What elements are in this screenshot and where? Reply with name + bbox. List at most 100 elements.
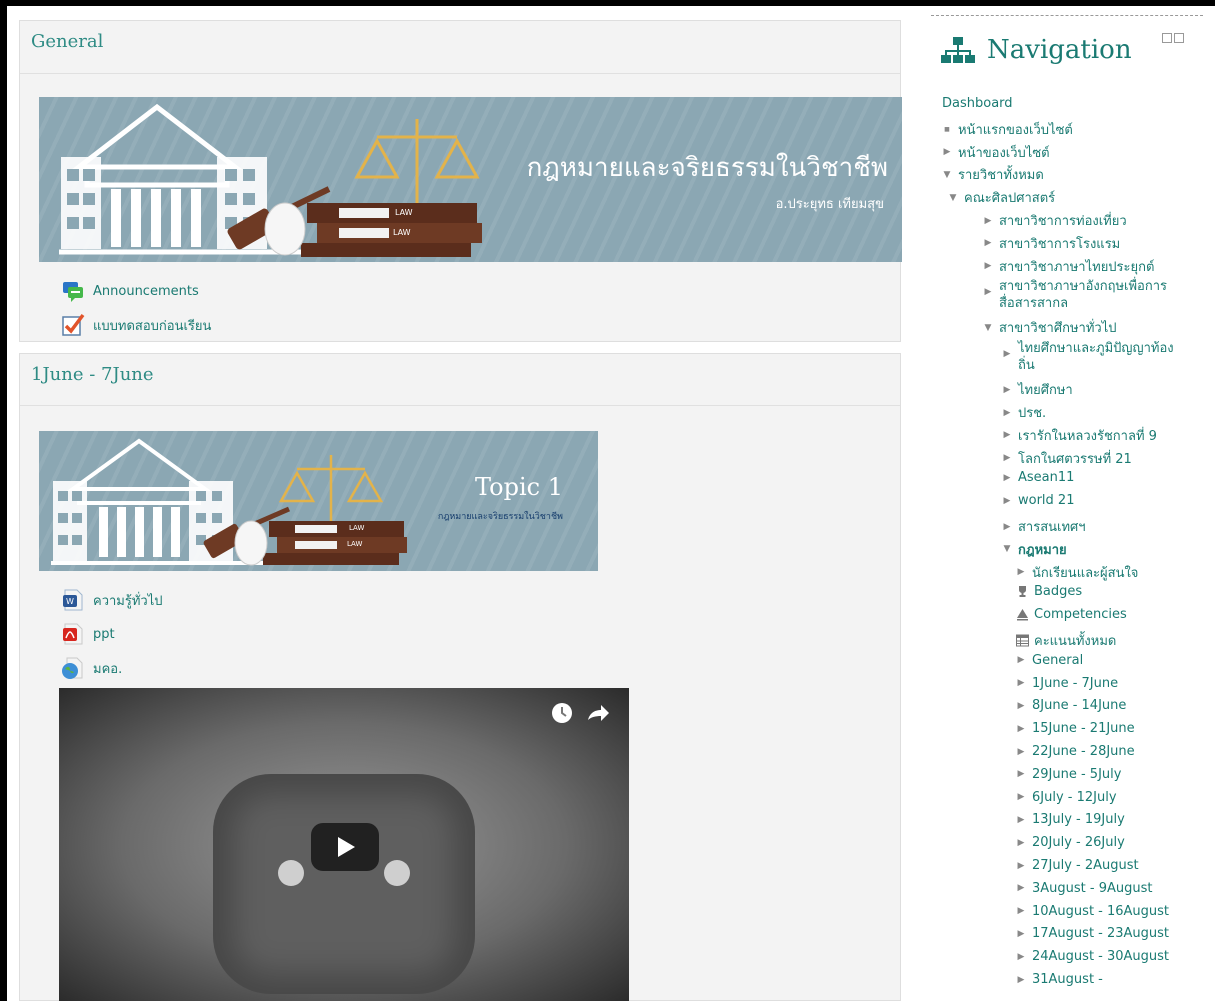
expanded-arrow-icon: ▼ xyxy=(949,192,957,203)
share-arrow-icon[interactable] xyxy=(586,702,610,724)
activity-label[interactable]: ppt xyxy=(93,627,115,642)
youtube-embed[interactable] xyxy=(59,688,629,1001)
nav-item-label[interactable]: 13July - 19July xyxy=(1032,812,1125,827)
nav-item-label[interactable]: 27July - 2August xyxy=(1032,858,1139,873)
nav-item-label[interactable]: 22June - 28June xyxy=(1032,744,1135,759)
nav-item-label[interactable]: 6July - 12July xyxy=(1032,790,1117,805)
nav-item-label[interactable]: Competencies xyxy=(1034,607,1127,622)
nav-item-label[interactable]: ไทยศึกษาและภูมิปัญญาท้อง xyxy=(1018,340,1174,357)
nav-item[interactable]: ▶ สาขาวิชาการท่องเที่ยว xyxy=(983,210,1127,231)
nav-item-label[interactable]: 20July - 26July xyxy=(1032,835,1125,850)
nav-item[interactable]: ▶ ไทยศึกษาและภูมิปัญญาท้อง ถิ่น xyxy=(1002,340,1174,374)
nav-item[interactable]: ▶ 8June - 14June xyxy=(1016,698,1127,713)
nav-item-label[interactable]: Asean11 xyxy=(1018,470,1074,485)
nav-item[interactable]: ▶ สารสนเทศฯ xyxy=(1002,516,1086,537)
nav-item-label[interactable]: รายวิชาทั้งหมด xyxy=(958,164,1044,185)
nav-item-label[interactable]: หน้าแรกของเว็บไซต์ xyxy=(958,119,1073,140)
activity-label[interactable]: ความรู้ทั่วไป xyxy=(93,590,163,611)
nav-item[interactable]: ▶ 15June - 21June xyxy=(1016,721,1135,736)
nav-item-label-line2[interactable]: สื่อสารสากล xyxy=(999,295,1167,312)
nav-item[interactable]: ▼ กฎหมาย xyxy=(1002,539,1067,560)
nav-item-label[interactable]: ไทยศึกษา xyxy=(1018,379,1073,400)
activity-general-knowledge[interactable]: W ความรู้ทั่วไป xyxy=(61,588,163,612)
nav-item[interactable]: ▶ 20July - 26July xyxy=(1016,835,1125,850)
nav-item-label[interactable]: คณะศิลปศาสตร์ xyxy=(964,187,1055,208)
nav-item-label[interactable]: สาขาวิชาภาษาไทยประยุกต์ xyxy=(999,256,1154,277)
nav-item[interactable]: ■ หน้าแรกของเว็บไซต์ xyxy=(942,119,1073,140)
nav-item-label[interactable]: โลกในศตวรรษที่ 21 xyxy=(1018,448,1132,469)
nav-item[interactable]: ▶ 22June - 28June xyxy=(1016,744,1135,759)
nav-item-label[interactable]: 8June - 14June xyxy=(1032,698,1126,713)
nav-item-label[interactable]: สารสนเทศฯ xyxy=(1018,516,1086,537)
collapsed-arrow-icon: ▶ xyxy=(1017,928,1025,939)
activity-mko[interactable]: มคอ. xyxy=(61,656,122,680)
nav-item[interactable]: ▶ 31August - xyxy=(1016,972,1103,987)
nav-item-label[interactable]: สาขาวิชาการโรงแรม xyxy=(999,233,1120,254)
nav-item[interactable]: ▶ Asean11 xyxy=(1002,470,1075,485)
section-title[interactable]: General xyxy=(31,31,103,52)
play-icon[interactable] xyxy=(311,823,379,871)
nav-item[interactable]: ▶ 3August - 9August xyxy=(1016,881,1153,896)
activity-pretest-quiz[interactable]: แบบทดสอบก่อนเรียน xyxy=(61,313,211,337)
activity-announcements[interactable]: Announcements xyxy=(61,279,199,303)
section-title[interactable]: 1June - 7June xyxy=(31,364,154,385)
nav-item-label[interactable]: นักเรียนและผู้สนใจ xyxy=(1032,562,1138,583)
activity-label[interactable]: แบบทดสอบก่อนเรียน xyxy=(93,315,211,336)
nav-item[interactable]: ▶ สาขาวิชาภาษาไทยประยุกต์ xyxy=(983,256,1155,277)
nav-item[interactable]: ▶ ไทยศึกษา xyxy=(1002,379,1073,400)
nav-item[interactable]: ▶ นักเรียนและผู้สนใจ xyxy=(1016,562,1139,583)
activity-label[interactable]: มคอ. xyxy=(93,658,122,679)
nav-item[interactable]: ▶ General xyxy=(1016,653,1084,668)
nav-item-label[interactable]: เรารักในหลวงรัชกาลที่ 9 xyxy=(1018,425,1157,446)
nav-item-label[interactable]: 29June - 5July xyxy=(1032,767,1121,782)
nav-item-label[interactable]: 3August - 9August xyxy=(1032,881,1153,896)
pdf-icon xyxy=(61,622,85,646)
nav-item-label[interactable]: คะแนนทั้งหมด xyxy=(1034,630,1116,651)
nav-item[interactable]: ▶ สาขาวิชาภาษาอังกฤษเพื่อการ สื่อสารสากล xyxy=(983,278,1168,312)
activity-ppt[interactable]: ppt xyxy=(61,622,115,646)
nav-item[interactable]: คะแนนทั้งหมด xyxy=(1016,630,1116,651)
nav-item[interactable]: ▶ 27July - 2August xyxy=(1016,858,1139,873)
nav-item-label[interactable]: สาขาวิชาศึกษาทั่วไป xyxy=(999,317,1117,338)
nav-item[interactable]: ▶ สาขาวิชาการโรงแรม xyxy=(983,233,1121,254)
nav-item-label[interactable]: สาขาวิชาภาษาอังกฤษเพื่อการ xyxy=(999,278,1167,295)
nav-item-label[interactable]: สาขาวิชาการท่องเที่ยว xyxy=(999,210,1127,231)
nav-item[interactable]: ▶ 29June - 5July xyxy=(1016,767,1122,782)
nav-item[interactable]: ▶ เรารักในหลวงรัชกาลที่ 9 xyxy=(1002,425,1157,446)
nav-item-label[interactable]: 10August - 16August xyxy=(1032,904,1169,919)
nav-item[interactable]: ▶ 13July - 19July xyxy=(1016,812,1125,827)
nav-item[interactable]: ▶ 10August - 16August xyxy=(1016,904,1170,919)
nav-item-label[interactable]: ปรช. xyxy=(1018,402,1046,423)
dock-block-icon[interactable] xyxy=(1174,33,1184,43)
nav-item[interactable]: ▶ 17August - 23August xyxy=(1016,926,1170,941)
nav-item[interactable]: ▶ 6July - 12July xyxy=(1016,790,1117,805)
nav-item[interactable]: Competencies xyxy=(1016,607,1127,622)
nav-item[interactable]: ▼ สาขาวิชาศึกษาทั่วไป xyxy=(983,317,1117,338)
clock-icon[interactable] xyxy=(551,702,573,724)
nav-item[interactable]: ▶ โลกในศตวรรษที่ 21 xyxy=(1002,448,1132,469)
nav-item[interactable]: ▶ world 21 xyxy=(1002,493,1075,508)
nav-item-label[interactable]: 17August - 23August xyxy=(1032,926,1169,941)
nav-item[interactable]: ▼ รายวิชาทั้งหมด xyxy=(942,164,1044,185)
activity-label[interactable]: Announcements xyxy=(93,284,199,299)
collapsed-arrow-icon: ▶ xyxy=(1017,883,1025,894)
nav-item[interactable]: ▶ 1June - 7June xyxy=(1016,676,1119,691)
nav-item-label[interactable]: Badges xyxy=(1034,584,1082,599)
nav-item[interactable]: Badges xyxy=(1016,584,1082,599)
nav-item-label[interactable]: 31August - xyxy=(1032,972,1103,987)
nav-item-label[interactable]: 24August - 30August xyxy=(1032,949,1169,964)
nav-item-label[interactable]: 15June - 21June xyxy=(1032,721,1135,736)
minimize-block-icon[interactable] xyxy=(1162,33,1172,43)
nav-item-label-line2[interactable]: ถิ่น xyxy=(1018,357,1174,374)
nav-item-label[interactable]: กฎหมาย xyxy=(1018,539,1067,560)
nav-item[interactable]: ▶ หน้าของเว็บไซต์ xyxy=(942,142,1050,163)
nav-item[interactable]: Dashboard xyxy=(942,96,1013,111)
nav-item-label[interactable]: General xyxy=(1032,653,1083,668)
nav-item-label[interactable]: หน้าของเว็บไซต์ xyxy=(958,142,1050,163)
nav-item-label[interactable]: world 21 xyxy=(1018,493,1074,508)
nav-item-label[interactable]: 1June - 7June xyxy=(1032,676,1118,691)
nav-item-label[interactable]: Dashboard xyxy=(942,96,1013,111)
nav-item[interactable]: ▼ คณะศิลปศาสตร์ xyxy=(948,187,1056,208)
nav-item[interactable]: ▶ ปรช. xyxy=(1002,402,1047,423)
nav-item[interactable]: ▶ 24August - 30August xyxy=(1016,949,1170,964)
